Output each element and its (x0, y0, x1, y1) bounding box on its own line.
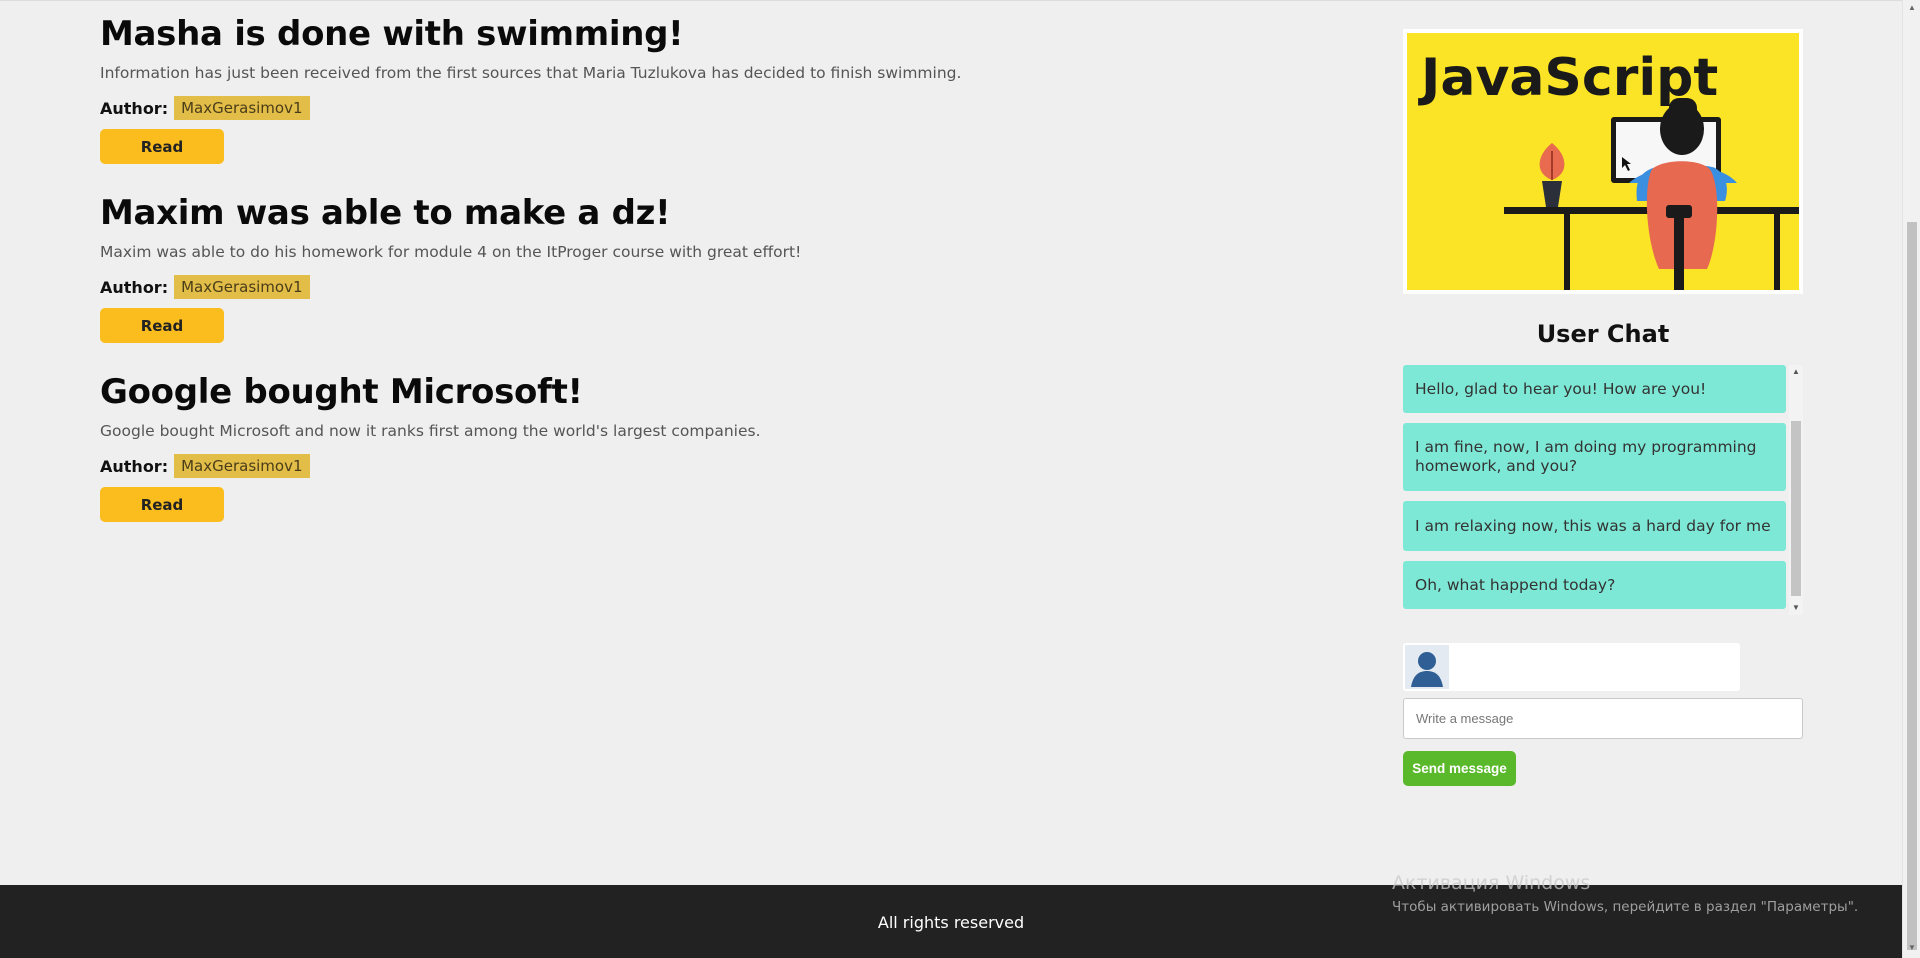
scroll-down-icon[interactable]: ▼ (1906, 943, 1918, 955)
author-row: Author: MaxGerasimov1 (100, 453, 1300, 479)
read-button[interactable]: Read (100, 129, 224, 164)
chat-message: I am relaxing now, this was a hard day f… (1403, 501, 1786, 551)
author-badge: MaxGerasimov1 (174, 96, 310, 120)
sidebar: JavaScript User Chat Hello, glad to hear… (1403, 29, 1803, 786)
article-title: Masha is done with swimming! (100, 14, 684, 54)
page-scrollbar-thumb[interactable] (1907, 222, 1917, 950)
chat-messages[interactable]: Hello, glad to hear you! How are you! I … (1403, 365, 1803, 615)
chair-post (1674, 218, 1684, 290)
author-row: Author: MaxGerasimov1 (100, 274, 1300, 300)
chat-scrollbar-thumb[interactable] (1791, 421, 1801, 596)
windows-activation-watermark: Активация Windows Чтобы активировать Win… (1392, 872, 1858, 917)
author-badge: MaxGerasimov1 (174, 275, 310, 299)
chair-back (1666, 205, 1692, 218)
person-hair (1669, 98, 1697, 120)
read-button[interactable]: Read (100, 487, 224, 522)
article-description: Google bought Microsoft and now it ranks… (100, 422, 761, 440)
article-title: Maxim was able to make a dz! (100, 193, 671, 233)
article-card: Masha is done with swimming! Information… (100, 10, 1300, 189)
chat-message: Hello, glad to hear you! How are you! (1403, 365, 1786, 413)
scroll-up-icon[interactable]: ▲ (1906, 3, 1918, 15)
scroll-down-icon[interactable]: ▼ (1789, 601, 1803, 615)
author-badge: MaxGerasimov1 (174, 454, 310, 478)
scroll-up-icon[interactable]: ▲ (1789, 365, 1803, 379)
article-card: Google bought Microsoft! Google bought M… (100, 368, 1300, 547)
author-row: Author: MaxGerasimov1 (100, 95, 1300, 121)
chat-title: User Chat (1536, 320, 1670, 348)
author-label: Author: (100, 277, 169, 297)
page-scrollbar[interactable]: ▲ ▼ (1902, 0, 1920, 958)
messages-list: Hello, glad to hear you! How are you! I … (1403, 365, 1786, 609)
current-user (1403, 643, 1740, 691)
top-divider (0, 0, 1902, 1)
article-description: Information has just been received from … (100, 64, 962, 82)
articles-list: Masha is done with swimming! Information… (100, 10, 1300, 547)
chat-message: I am fine, now, I am doing my programmin… (1403, 423, 1786, 491)
article-description: Maxim was able to do his homework for mo… (100, 243, 802, 261)
chat-message: Oh, what happend today? (1403, 561, 1786, 609)
watermark-title: Активация Windows (1392, 872, 1591, 894)
desk-leg (1774, 214, 1780, 290)
javascript-illustration: JavaScript (1407, 33, 1799, 290)
send-message-button[interactable]: Send message (1403, 751, 1516, 786)
author-label: Author: (100, 98, 169, 118)
article-title: Google bought Microsoft! (100, 372, 583, 412)
watermark-subtitle: Чтобы активировать Windows, перейдите в … (1392, 899, 1859, 915)
chat-scrollbar[interactable]: ▲ ▼ (1789, 365, 1803, 615)
banner-title: JavaScript (1418, 48, 1718, 108)
article-card: Maxim was able to make a dz! Maxim was a… (100, 189, 1300, 368)
read-button[interactable]: Read (100, 308, 224, 343)
message-input[interactable] (1403, 698, 1803, 739)
author-label: Author: (100, 456, 169, 476)
user-silhouette-icon (1405, 645, 1449, 689)
javascript-banner: JavaScript (1403, 29, 1803, 294)
desk-leg (1564, 214, 1570, 290)
